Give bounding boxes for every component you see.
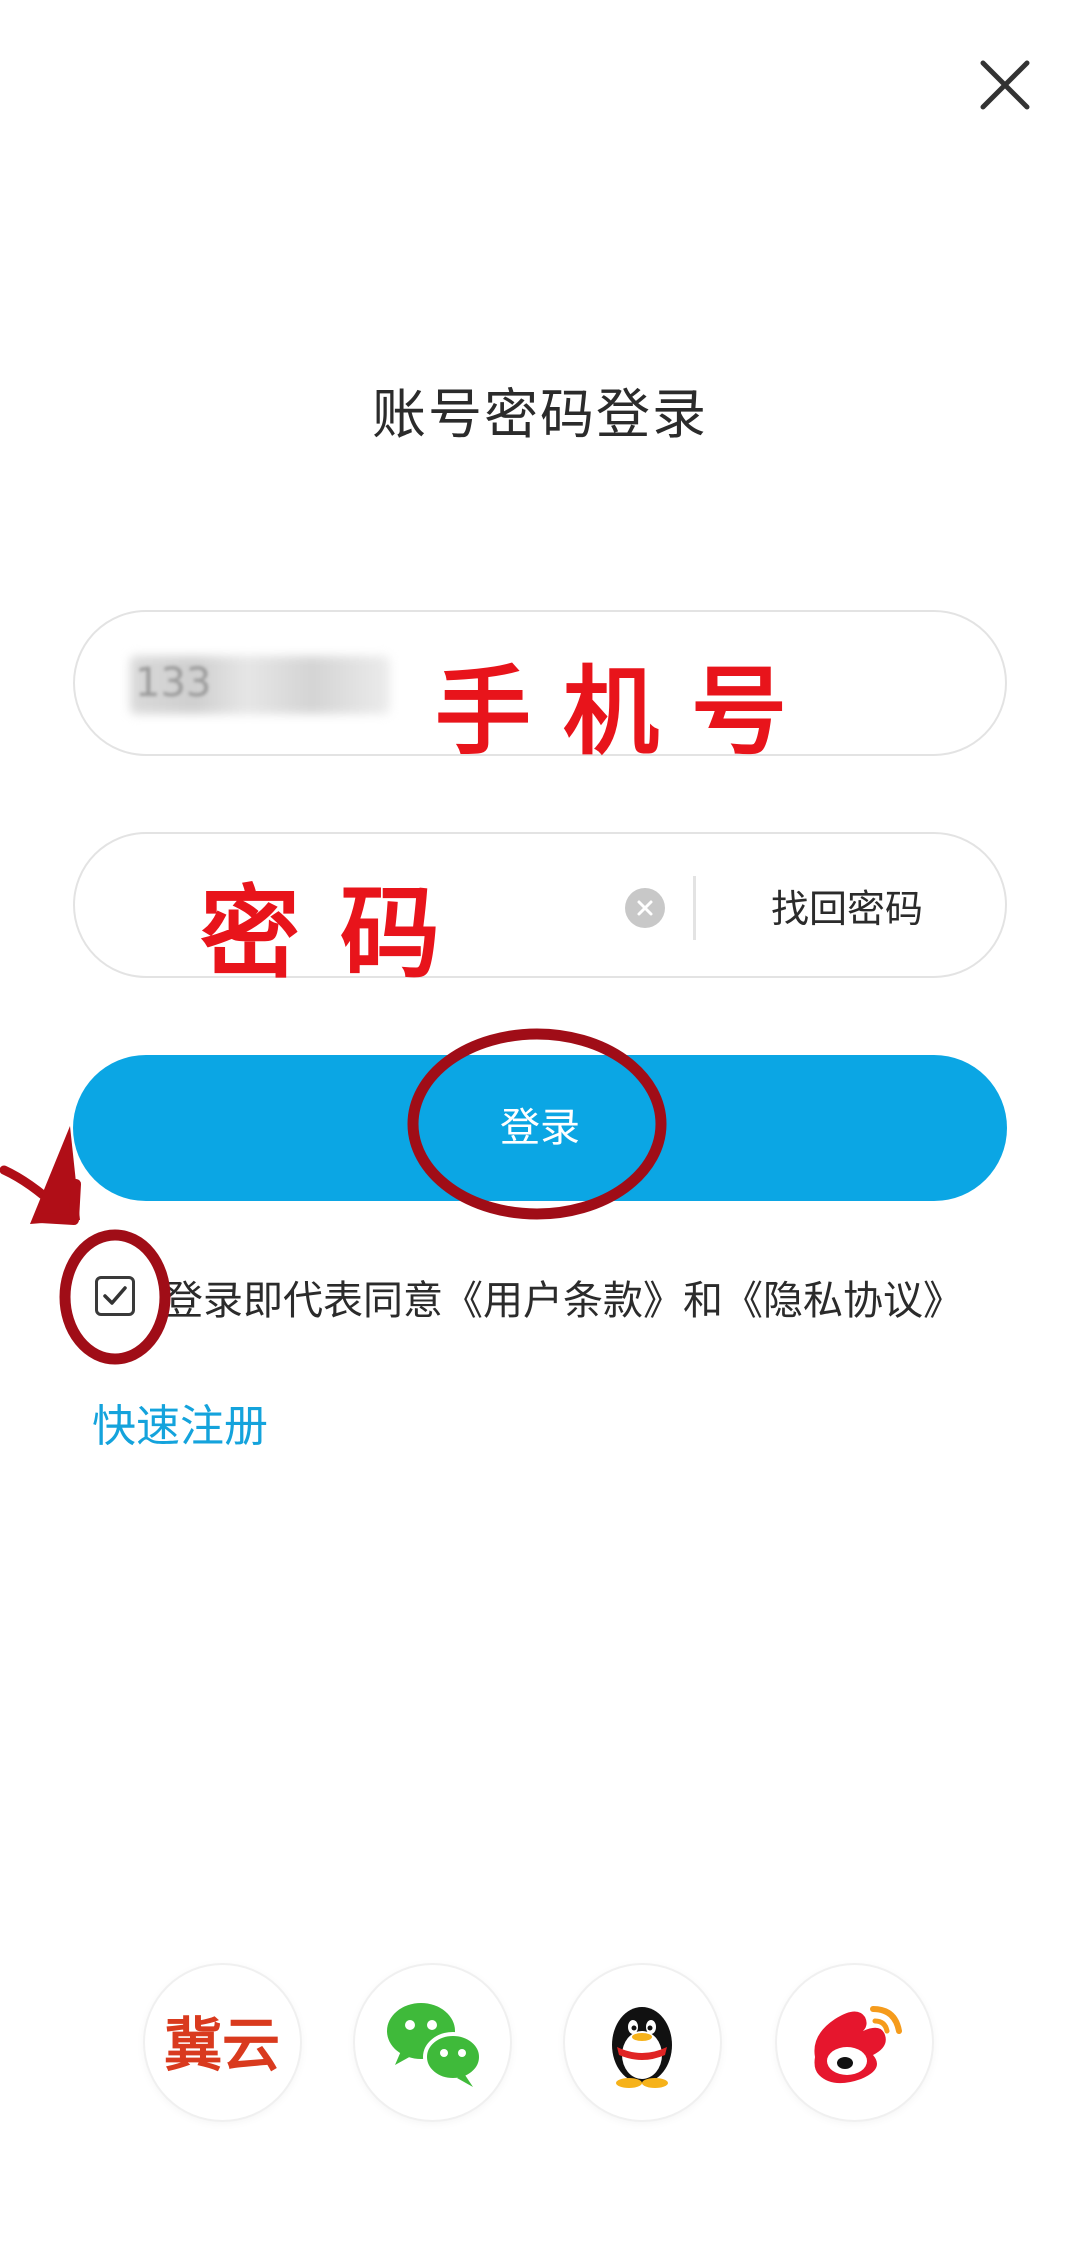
agreement-text[interactable]: 登录即代表同意《用户条款》和《隐私协议》: [163, 1268, 963, 1326]
page-title: 账号密码登录: [372, 383, 708, 446]
social-login-jiyun[interactable]: 冀云: [145, 1965, 300, 2120]
close-icon: [980, 60, 1030, 110]
jiyun-logo-text: 冀云: [164, 2011, 280, 2079]
clear-password-button[interactable]: [625, 888, 665, 928]
phone-value-prefix: 133: [135, 660, 212, 706]
forgot-password-link[interactable]: 找回密码: [771, 878, 923, 933]
wechat-icon: [387, 2003, 483, 2087]
phone-annotation-label: 手机号: [435, 656, 819, 768]
jiyun-logo-icon: 冀云: [164, 2011, 280, 2079]
password-input[interactable]: 密码 找回密码: [73, 832, 1007, 992]
password-annotation-label: 密码: [200, 875, 480, 992]
annotation-ring-login: [407, 1028, 667, 1220]
annotation-ring-checkbox: [59, 1229, 171, 1365]
weibo-icon: [814, 2006, 902, 2084]
social-login-wechat[interactable]: [355, 1965, 510, 2120]
phone-input[interactable]: 133 手机号: [73, 610, 1007, 768]
close-button[interactable]: [965, 45, 1045, 125]
social-login-weibo[interactable]: [777, 1965, 932, 2120]
qq-penguin-icon: [612, 2007, 672, 2088]
clear-icon: [637, 900, 653, 916]
quick-register-link[interactable]: 快速注册: [92, 1390, 268, 1454]
field-divider: [693, 876, 696, 940]
social-login-qq[interactable]: [565, 1965, 720, 2120]
